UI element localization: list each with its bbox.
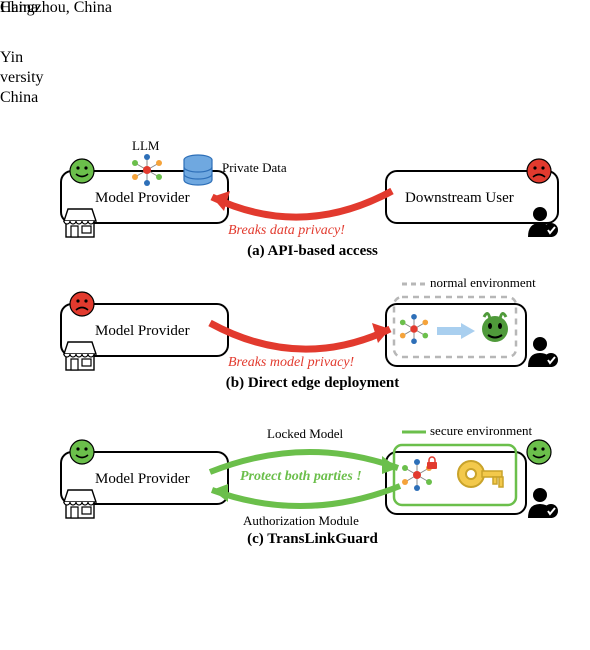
happy-face-icon [525,438,553,466]
page: China Hangzhou, China Yin versity China [0,0,590,650]
llm-label: LLM [132,138,159,154]
user-label-a: Downstream User [405,190,514,207]
provider-label-c: Model Provider [95,471,190,488]
happy-face-icon [68,438,96,466]
caption-b: (b) Direct edge deployment [60,375,565,392]
secure-env-label: secure environment [430,423,532,439]
transfer-arrow-icon [435,321,475,341]
solid-legend-icon [402,429,426,435]
normal-env-label: normal environment [430,275,536,291]
user-icon [526,205,560,239]
provider-label-a: Model Provider [95,190,190,207]
sad-face-icon [68,290,96,318]
header-frag-2: Hangzhou, China [0,0,112,18]
devil-icon [478,311,512,345]
key-icon [455,456,505,500]
store-icon [62,207,98,239]
flow-label-c: Protect both parties ! [240,469,362,485]
caption-a: (a) API-based access [60,243,565,260]
llm-network-icon [130,153,164,187]
flow-label-b: Breaks model privacy! [228,355,354,371]
panel-c: Model Provider Locked Model secure envir… [60,416,565,566]
private-data-label: Private Data [222,160,287,176]
flow-label-a: Breaks data privacy! [228,223,345,239]
store-icon [62,340,98,372]
happy-face-icon [68,157,96,185]
caption-c: (c) TransLinkGuard [60,531,565,548]
auth-module-label: Authorization Module [243,513,359,529]
figure: LLM Private Data Model Provider [60,135,565,574]
panel-b: Model Provider normal environment [60,273,565,408]
lock-icon [425,456,439,470]
panel-a: LLM Private Data Model Provider [60,135,565,265]
dash-legend-icon [402,281,426,287]
header-frag-4: versity [0,68,44,88]
header-frag-3: Yin [0,48,23,68]
store-icon [62,488,98,520]
user-icon [526,486,560,520]
user-icon [526,335,560,369]
header-frag-5: China [0,88,38,108]
sad-face-icon [525,157,553,185]
provider-label-b: Model Provider [95,323,190,340]
